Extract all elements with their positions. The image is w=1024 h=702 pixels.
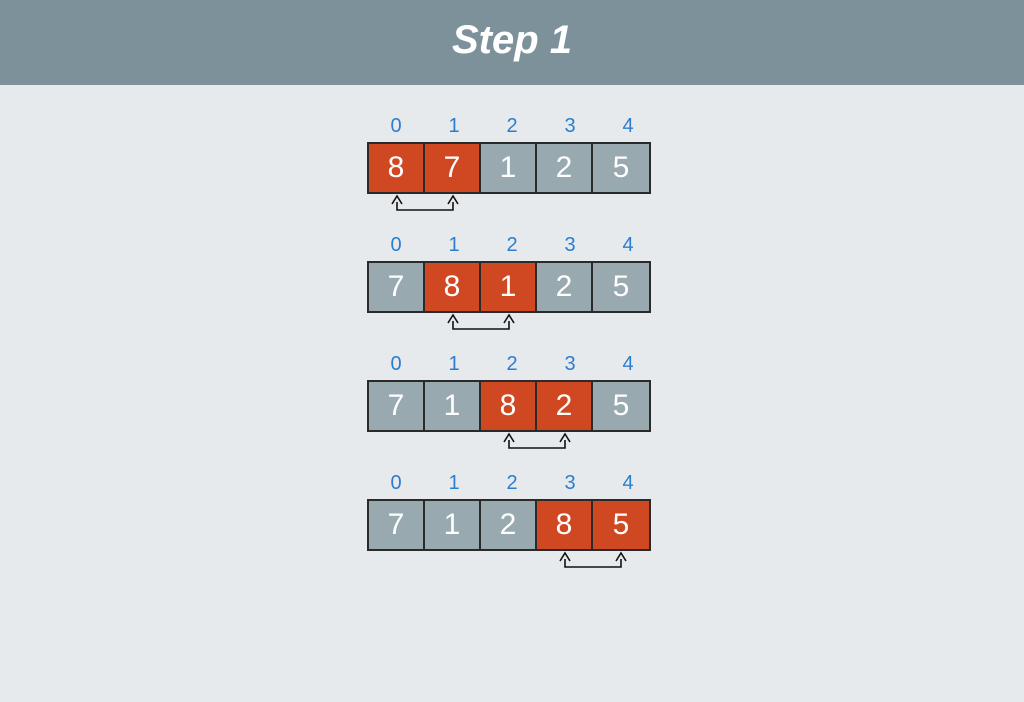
array-cell: 1 — [425, 501, 481, 549]
array-index: 4 — [599, 234, 657, 261]
array-index: 4 — [599, 115, 657, 142]
swap-arrow-icon — [367, 194, 651, 220]
swap-indicator-row — [367, 432, 657, 458]
array-index: 4 — [599, 472, 657, 499]
array-pass: 0123487125 — [367, 115, 657, 220]
array-pass: 0123471285 — [367, 472, 657, 577]
swap-arrow-icon — [367, 432, 651, 458]
array-row: 87125 — [367, 142, 651, 194]
swap-arrow-icon — [367, 551, 651, 577]
array-index: 2 — [483, 353, 541, 380]
array-index: 3 — [541, 115, 599, 142]
array-index: 3 — [541, 234, 599, 261]
array-pass: 0123478125 — [367, 234, 657, 339]
index-row: 01234 — [367, 234, 657, 261]
array-index: 1 — [425, 472, 483, 499]
array-cell: 1 — [481, 144, 537, 192]
diagram-content: 0123487125012347812501234718250123471285 — [0, 85, 1024, 577]
array-cell: 2 — [537, 144, 593, 192]
array-cell-highlighted: 2 — [537, 382, 593, 430]
array-index: 1 — [425, 353, 483, 380]
index-row: 01234 — [367, 472, 657, 499]
swap-arrow-icon — [367, 313, 651, 339]
array-index: 1 — [425, 234, 483, 261]
array-index: 2 — [483, 472, 541, 499]
array-cell-highlighted: 1 — [481, 263, 537, 311]
array-index: 2 — [483, 115, 541, 142]
array-row: 71825 — [367, 380, 651, 432]
array-cell: 7 — [369, 263, 425, 311]
array-cell-highlighted: 8 — [369, 144, 425, 192]
array-cell: 5 — [593, 144, 649, 192]
array-cell: 7 — [369, 382, 425, 430]
array-cell: 5 — [593, 263, 649, 311]
swap-indicator-row — [367, 551, 657, 577]
swap-indicator-row — [367, 313, 657, 339]
array-index: 3 — [541, 472, 599, 499]
array-index: 0 — [367, 115, 425, 142]
array-index: 2 — [483, 234, 541, 261]
array-cell: 1 — [425, 382, 481, 430]
step-header: Step 1 — [0, 0, 1024, 85]
array-cell-highlighted: 8 — [537, 501, 593, 549]
array-index: 0 — [367, 472, 425, 499]
array-cell-highlighted: 7 — [425, 144, 481, 192]
array-cell: 7 — [369, 501, 425, 549]
array-cell: 2 — [481, 501, 537, 549]
array-index: 3 — [541, 353, 599, 380]
array-cell: 2 — [537, 263, 593, 311]
array-row: 71285 — [367, 499, 651, 551]
index-row: 01234 — [367, 115, 657, 142]
array-index: 0 — [367, 353, 425, 380]
array-index: 0 — [367, 234, 425, 261]
array-cell-highlighted: 8 — [425, 263, 481, 311]
swap-indicator-row — [367, 194, 657, 220]
array-pass: 0123471825 — [367, 353, 657, 458]
array-cell: 5 — [593, 382, 649, 430]
array-index: 4 — [599, 353, 657, 380]
array-cell-highlighted: 8 — [481, 382, 537, 430]
step-title: Step 1 — [452, 18, 572, 62]
array-index: 1 — [425, 115, 483, 142]
index-row: 01234 — [367, 353, 657, 380]
array-cell-highlighted: 5 — [593, 501, 649, 549]
array-row: 78125 — [367, 261, 651, 313]
